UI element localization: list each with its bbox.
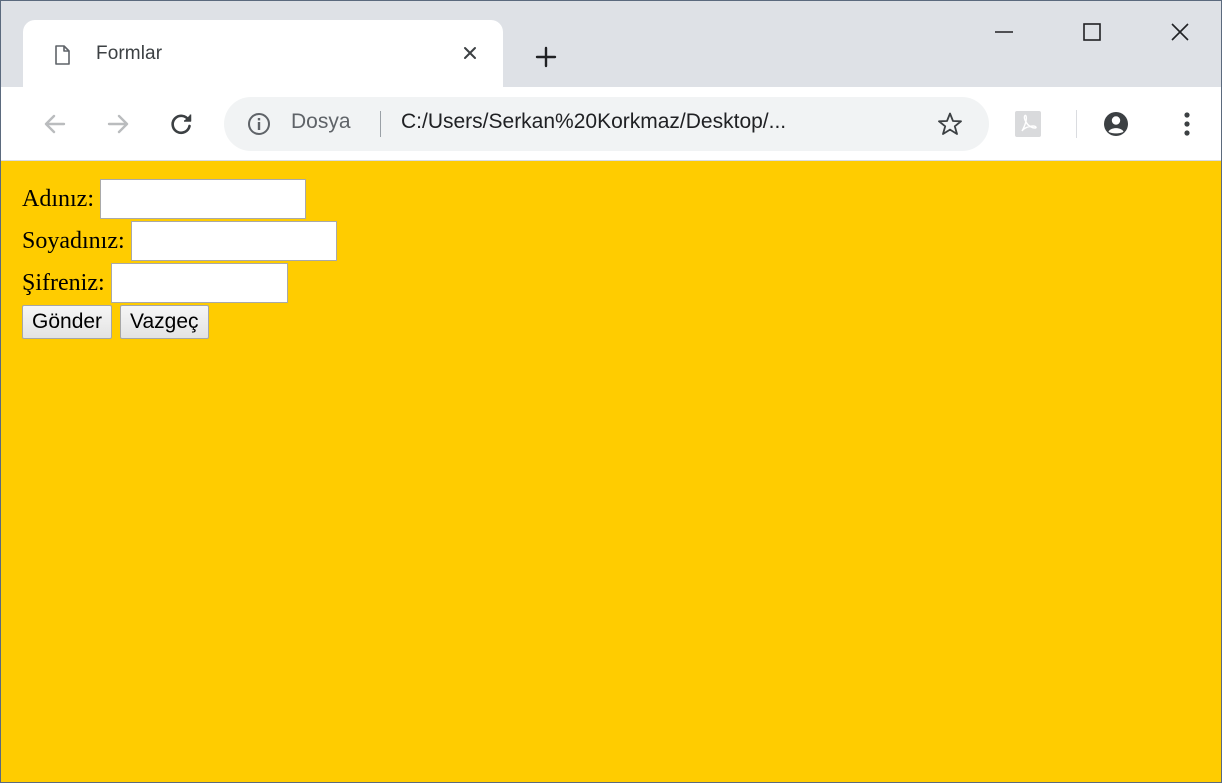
submit-button[interactable]: Gönder: [22, 305, 113, 339]
back-button[interactable]: [37, 106, 73, 142]
url-text[interactable]: C:/Users/Serkan%20Korkmaz/Desktop/...: [401, 110, 786, 134]
page-icon: [54, 45, 71, 65]
tab-strip: Formlar: [1, 1, 1221, 87]
browser-toolbar: Dosya C:/Users/Serkan%20Korkmaz/Desktop/…: [1, 87, 1221, 161]
maximize-button[interactable]: [1048, 1, 1136, 63]
browser-window: Formlar Dosya C:/Users/Serkan%20Korkmaz/…: [0, 0, 1222, 783]
cancel-button[interactable]: Vazgeç: [120, 305, 209, 339]
tab-close-icon[interactable]: [455, 38, 485, 68]
toolbar-divider: [1076, 110, 1077, 138]
profile-button[interactable]: [1098, 106, 1134, 142]
form: Adınız: Soyadınız: Şifreniz: Gönder Vazg…: [22, 178, 337, 339]
password-label: Şifreniz:: [22, 269, 105, 296]
tab-title: Formlar: [96, 43, 163, 64]
minimize-button[interactable]: [960, 1, 1048, 63]
forward-button[interactable]: [100, 106, 136, 142]
last-name-input[interactable]: [130, 221, 337, 261]
form-row-sifre: Şifreniz:: [22, 262, 337, 304]
bookmark-star-icon[interactable]: [932, 108, 968, 140]
kebab-menu-icon[interactable]: [1169, 106, 1205, 142]
reload-button[interactable]: [163, 106, 199, 142]
page-viewport: Adınız: Soyadınız: Şifreniz: Gönder Vazg…: [1, 161, 1221, 782]
first-name-input[interactable]: [100, 179, 306, 219]
acrobat-pdf-icon[interactable]: [1012, 108, 1044, 140]
omnibox-separator: [380, 111, 381, 137]
tab-formlar[interactable]: Formlar: [23, 20, 503, 87]
new-tab-button[interactable]: [528, 39, 564, 75]
address-bar[interactable]: Dosya C:/Users/Serkan%20Korkmaz/Desktop/…: [224, 97, 989, 151]
first-name-label: Adınız:: [22, 185, 94, 212]
window-close-button[interactable]: [1136, 1, 1221, 63]
form-row-soyad: Soyadınız:: [22, 220, 337, 262]
info-icon[interactable]: [246, 111, 272, 137]
form-buttons: Gönder Vazgeç: [22, 305, 337, 339]
form-row-ad: Adınız:: [22, 178, 337, 220]
last-name-label: Soyadınız:: [22, 227, 125, 254]
password-input[interactable]: [110, 263, 288, 303]
scheme-chip[interactable]: Dosya: [291, 110, 351, 134]
